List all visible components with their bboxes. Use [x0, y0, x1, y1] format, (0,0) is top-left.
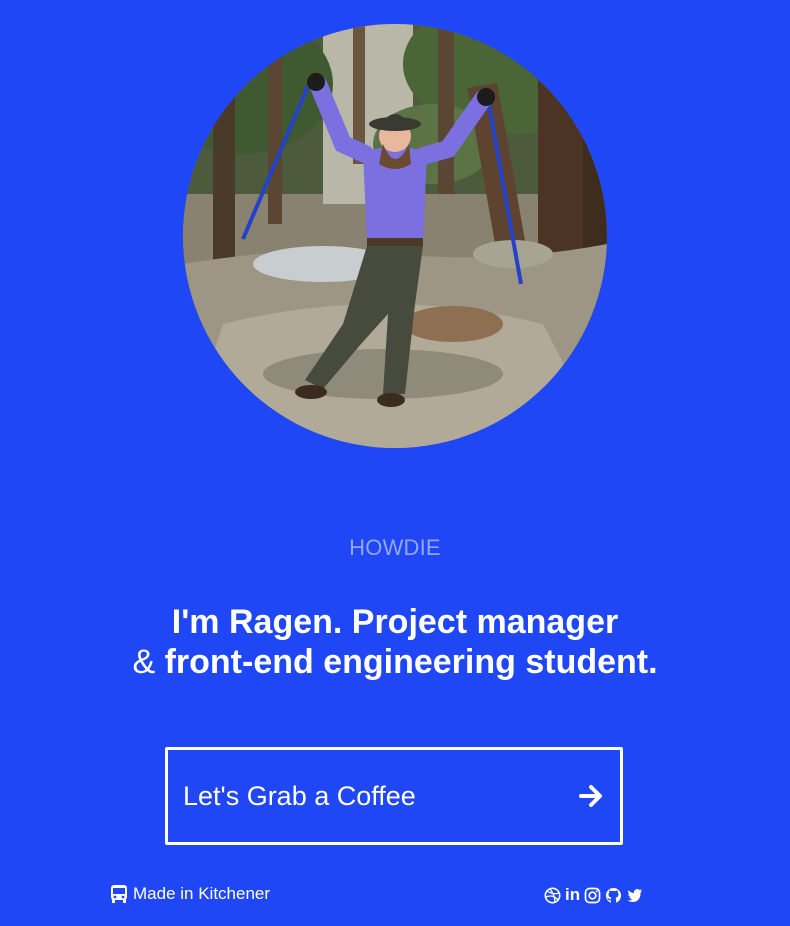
headline-ampersand: &: [132, 643, 156, 681]
twitter-icon[interactable]: [626, 887, 643, 904]
eyebrow-greeting: HOWDIE: [349, 535, 441, 560]
profile-photo: [183, 24, 607, 448]
bus-icon: [110, 884, 128, 904]
hiker-photo-illustration: [183, 24, 607, 448]
headline-line-2-text: front-end engineering student.: [164, 643, 658, 681]
social-links: in: [544, 886, 643, 904]
headline-line-1: I'm Ragen. Project manager: [171, 603, 619, 641]
linkedin-icon[interactable]: in: [565, 886, 580, 904]
headline-line-2: & front-end engineering student.: [0, 642, 790, 682]
github-icon[interactable]: [605, 887, 622, 904]
hero-headline: I'm Ragen. Project manager & front-end e…: [0, 602, 790, 682]
location-text: Made in Kitchener: [133, 884, 271, 903]
grab-coffee-button[interactable]: Let's Grab a Coffee: [165, 747, 623, 845]
instagram-icon[interactable]: [584, 887, 601, 904]
location-note: Made in Kitchener: [110, 884, 270, 904]
arrow-right-icon: [578, 783, 604, 809]
grab-coffee-label: Let's Grab a Coffee: [183, 780, 416, 811]
dribbble-icon[interactable]: [544, 887, 561, 904]
